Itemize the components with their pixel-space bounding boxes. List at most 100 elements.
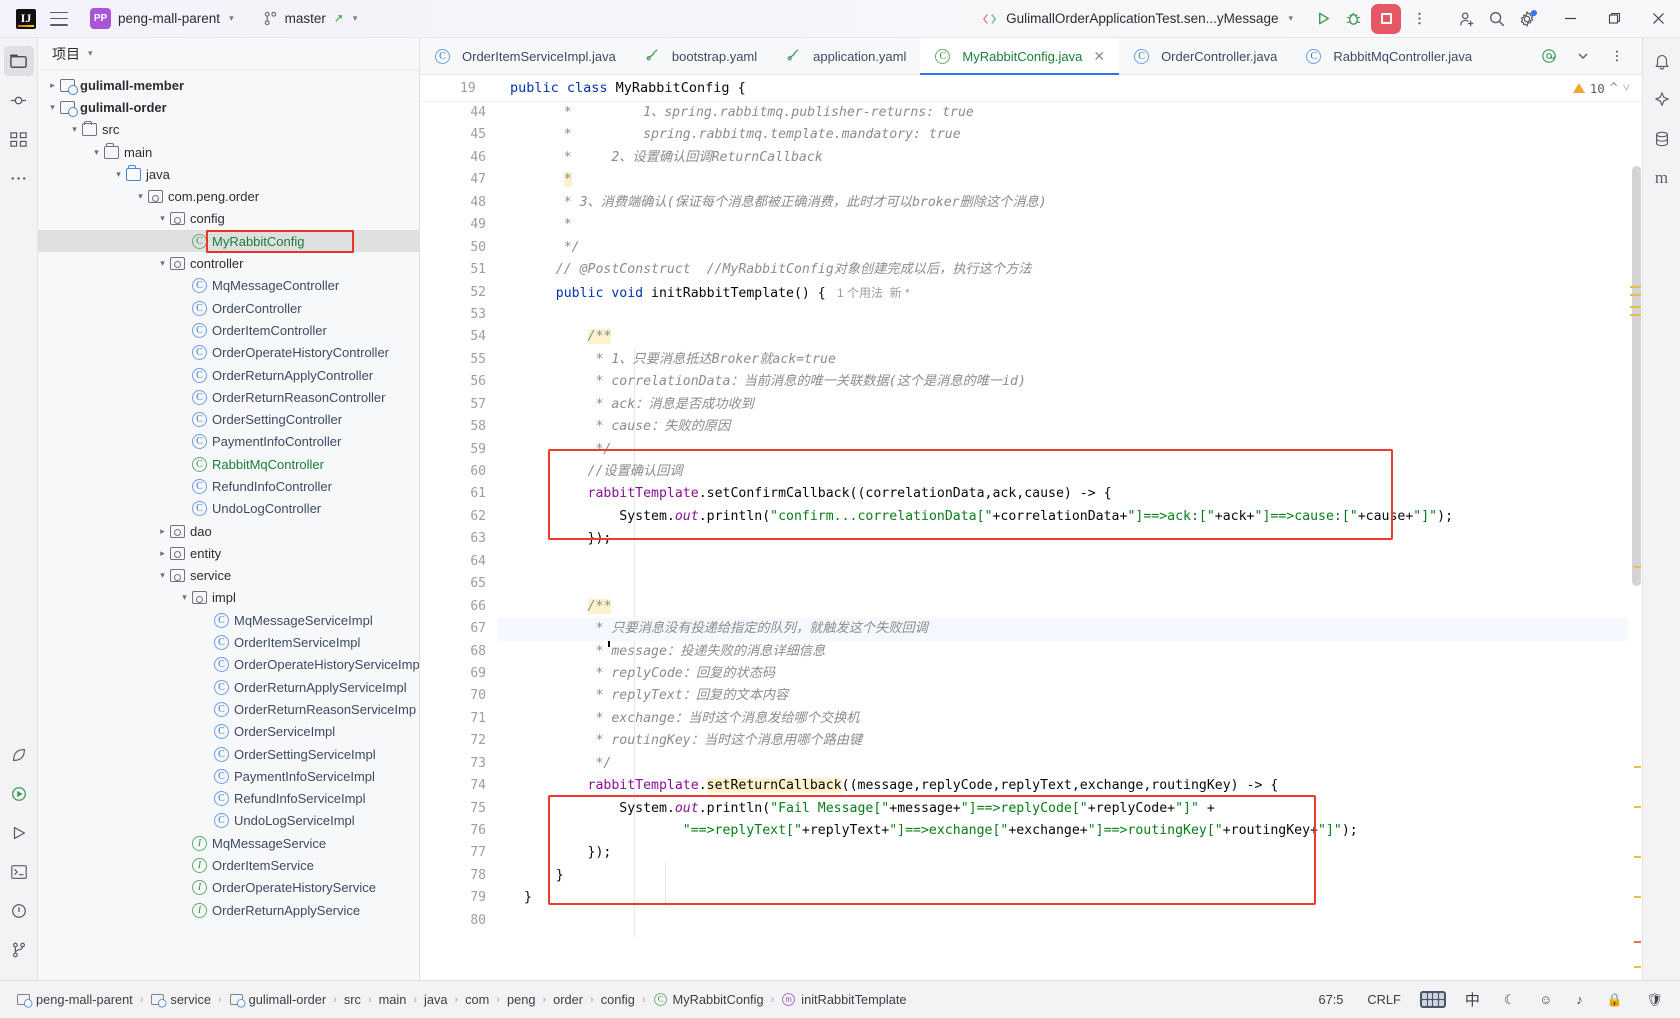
code-line[interactable]: System.out.println("Fail Message["+messa… (498, 798, 1642, 820)
code-line[interactable]: rabbitTemplate.setReturnCallback((messag… (498, 775, 1642, 797)
editor-tab-application-yaml[interactable]: application.yaml (771, 38, 920, 75)
code-line[interactable]: * 3、消费端确认(保证每个消息都被正确消费，此时才可以broker删除这个消息… (498, 192, 1642, 214)
line-separator[interactable]: CRLF (1362, 989, 1405, 1010)
sound-icon[interactable]: ♪ (1571, 989, 1587, 1010)
hamburger-menu-icon[interactable] (50, 11, 68, 26)
minimize-window-button[interactable] (1548, 0, 1592, 38)
line-number[interactable]: 75 (420, 798, 486, 820)
breadcrumb-item-src[interactable]: src (338, 989, 367, 1010)
tree-item-java[interactable]: ▾ java (38, 163, 419, 185)
tree-item-refundinfocontroller[interactable]: C RefundInfoController (38, 475, 419, 497)
line-number[interactable]: 64 (420, 551, 486, 573)
inspection-widget[interactable]: 10 ^ ˅ (1572, 80, 1642, 96)
chevron-up-icon[interactable]: ^ (1610, 81, 1618, 96)
editor-minimap[interactable] (1628, 166, 1642, 980)
line-number[interactable]: 52 (420, 282, 486, 304)
code-line[interactable]: rabbitTemplate.setConfirmCallback((corre… (498, 483, 1642, 505)
line-number[interactable]: 57 (420, 394, 486, 416)
tree-item-impl[interactable]: ▾ impl (38, 587, 419, 609)
chevron-right-icon[interactable]: ▸ (156, 548, 169, 559)
code-line[interactable]: "==>replyText["+replyText+"]==>exchange[… (498, 820, 1642, 842)
code-line[interactable]: */ (498, 237, 1642, 259)
sidebar-item-problems[interactable] (4, 896, 34, 926)
code-line[interactable]: * 2、设置确认回调ReturnCallback (498, 147, 1642, 169)
code-line[interactable] (498, 910, 1642, 932)
ime-language-indicator[interactable]: 中 (1460, 986, 1485, 1013)
tree-item-ordersettingcontroller[interactable]: C OrderSettingController (38, 408, 419, 430)
project-tree[interactable]: ▸ gulimall-member ▾ gulimall-order ▾ src ▾ main… (38, 70, 419, 980)
line-number[interactable]: 48 (420, 192, 486, 214)
code-line[interactable]: * exchange：当时这个消息发给哪个交换机 (498, 708, 1642, 730)
tree-item-undologserviceimpl[interactable]: C UndoLogServiceImpl (38, 810, 419, 832)
line-number[interactable]: 71 (420, 708, 486, 730)
breadcrumb-item-service[interactable]: service (144, 989, 217, 1010)
line-number[interactable]: 59 (420, 439, 486, 461)
shield-icon[interactable]: 🛡 (1642, 989, 1668, 1011)
chevron-down-icon[interactable]: ▾ (156, 570, 169, 581)
line-number[interactable]: 80 (420, 910, 486, 932)
line-number[interactable]: 45 (420, 124, 486, 146)
editor-tab-myrabbitconfig-java[interactable]: C MyRabbitConfig.java ✕ (920, 37, 1120, 76)
run-button[interactable] (1308, 4, 1338, 34)
line-number[interactable]: 79 (420, 887, 486, 909)
code-line[interactable]: // @PostConstruct //MyRabbitConfig对象创建完成… (498, 259, 1642, 281)
line-number[interactable]: 76 (420, 820, 486, 842)
tree-item-mqmessageserviceimpl[interactable]: C MqMessageServiceImpl (38, 609, 419, 631)
sidebar-item-ai-assistant[interactable] (1647, 85, 1677, 115)
chevron-down-icon[interactable]: ▾ (68, 124, 81, 135)
line-number[interactable]: 55 (420, 349, 486, 371)
code-line[interactable]: } (498, 865, 1642, 887)
tree-item-myrabbitconfig[interactable]: C MyRabbitConfig (38, 230, 419, 254)
line-number[interactable]: 58 (420, 416, 486, 438)
line-number[interactable]: 67 (420, 618, 486, 640)
editor-tab-bootstrap-yaml[interactable]: bootstrap.yaml (630, 38, 771, 75)
line-number[interactable]: 63 (420, 528, 486, 550)
chevron-down-icon[interactable]: ▾ (178, 592, 191, 603)
code-line[interactable]: * (498, 169, 1642, 191)
chevron-down-icon[interactable]: ▾ (90, 147, 103, 158)
tabs-list-button[interactable] (1568, 41, 1598, 71)
chevron-down-icon[interactable]: ▾ (134, 191, 147, 202)
breadcrumb-item-peng[interactable]: peng (501, 989, 541, 1010)
code-line[interactable]: }); (498, 842, 1642, 864)
line-number[interactable]: 47 (420, 169, 486, 191)
line-number[interactable]: 65 (420, 573, 486, 595)
tree-item-orderitemservice[interactable]: I OrderItemService (38, 854, 419, 876)
more-actions-button[interactable] (1404, 4, 1434, 34)
tree-item-orderserviceimpl[interactable]: C OrderServiceImpl (38, 721, 419, 743)
line-number[interactable]: 68 (420, 641, 486, 663)
tree-item-orderreturnapplyserviceimpl[interactable]: C OrderReturnApplyServiceImpl (38, 676, 419, 698)
editor-scrollbar-thumb[interactable] (1632, 166, 1641, 586)
tree-item-dao[interactable]: ▸ dao (38, 520, 419, 542)
code-line[interactable]: * replyCode：回复的状态码 (498, 663, 1642, 685)
breadcrumb-item-peng-mall-parent[interactable]: peng-mall-parent (10, 989, 139, 1010)
stop-button[interactable] (1371, 3, 1401, 34)
line-number[interactable]: 61 (420, 483, 486, 505)
caret-position[interactable]: 67:5 (1313, 989, 1348, 1010)
line-number[interactable]: 72 (420, 730, 486, 752)
code-line[interactable]: * ack：消息是否成功收到 (498, 394, 1642, 416)
code-line[interactable]: }); (498, 528, 1642, 550)
code-line[interactable]: * (498, 214, 1642, 236)
code-line[interactable] (498, 304, 1642, 326)
tree-item-paymentinfoserviceimpl[interactable]: C PaymentInfoServiceImpl (38, 765, 419, 787)
code-line[interactable]: */ (498, 439, 1642, 461)
breadcrumb-item-com[interactable]: com (459, 989, 495, 1010)
sidebar-item-project[interactable] (3, 46, 34, 76)
tree-item-mqmessageservice[interactable]: I MqMessageService (38, 832, 419, 854)
chevron-down-icon[interactable]: ▾ (156, 258, 169, 269)
tree-item-src[interactable]: ▾ src (38, 119, 419, 141)
code-line[interactable]: System.out.println("confirm...correlatio… (498, 506, 1642, 528)
tree-item-mqmessagecontroller[interactable]: C MqMessageController (38, 275, 419, 297)
code-line[interactable]: * replyText：回复的文本内容 (498, 685, 1642, 707)
tree-item-orderoperatehistoryserviceimp[interactable]: C OrderOperateHistoryServiceImp (38, 654, 419, 676)
at-icon-button[interactable] (1534, 41, 1564, 71)
line-number[interactable]: 70 (420, 685, 486, 707)
line-number[interactable]: 51 (420, 259, 486, 281)
tree-item-refundinfoserviceimpl[interactable]: C RefundInfoServiceImpl (38, 788, 419, 810)
search-everywhere-button[interactable] (1482, 4, 1512, 34)
breadcrumb-item-order[interactable]: order (547, 989, 589, 1010)
chevron-right-icon[interactable]: ▸ (46, 80, 59, 91)
tree-item-orderreturnapplyservice[interactable]: I OrderReturnApplyService (38, 899, 419, 921)
code-line[interactable]: * message：投递失败的消息详细信息 (498, 641, 1642, 663)
